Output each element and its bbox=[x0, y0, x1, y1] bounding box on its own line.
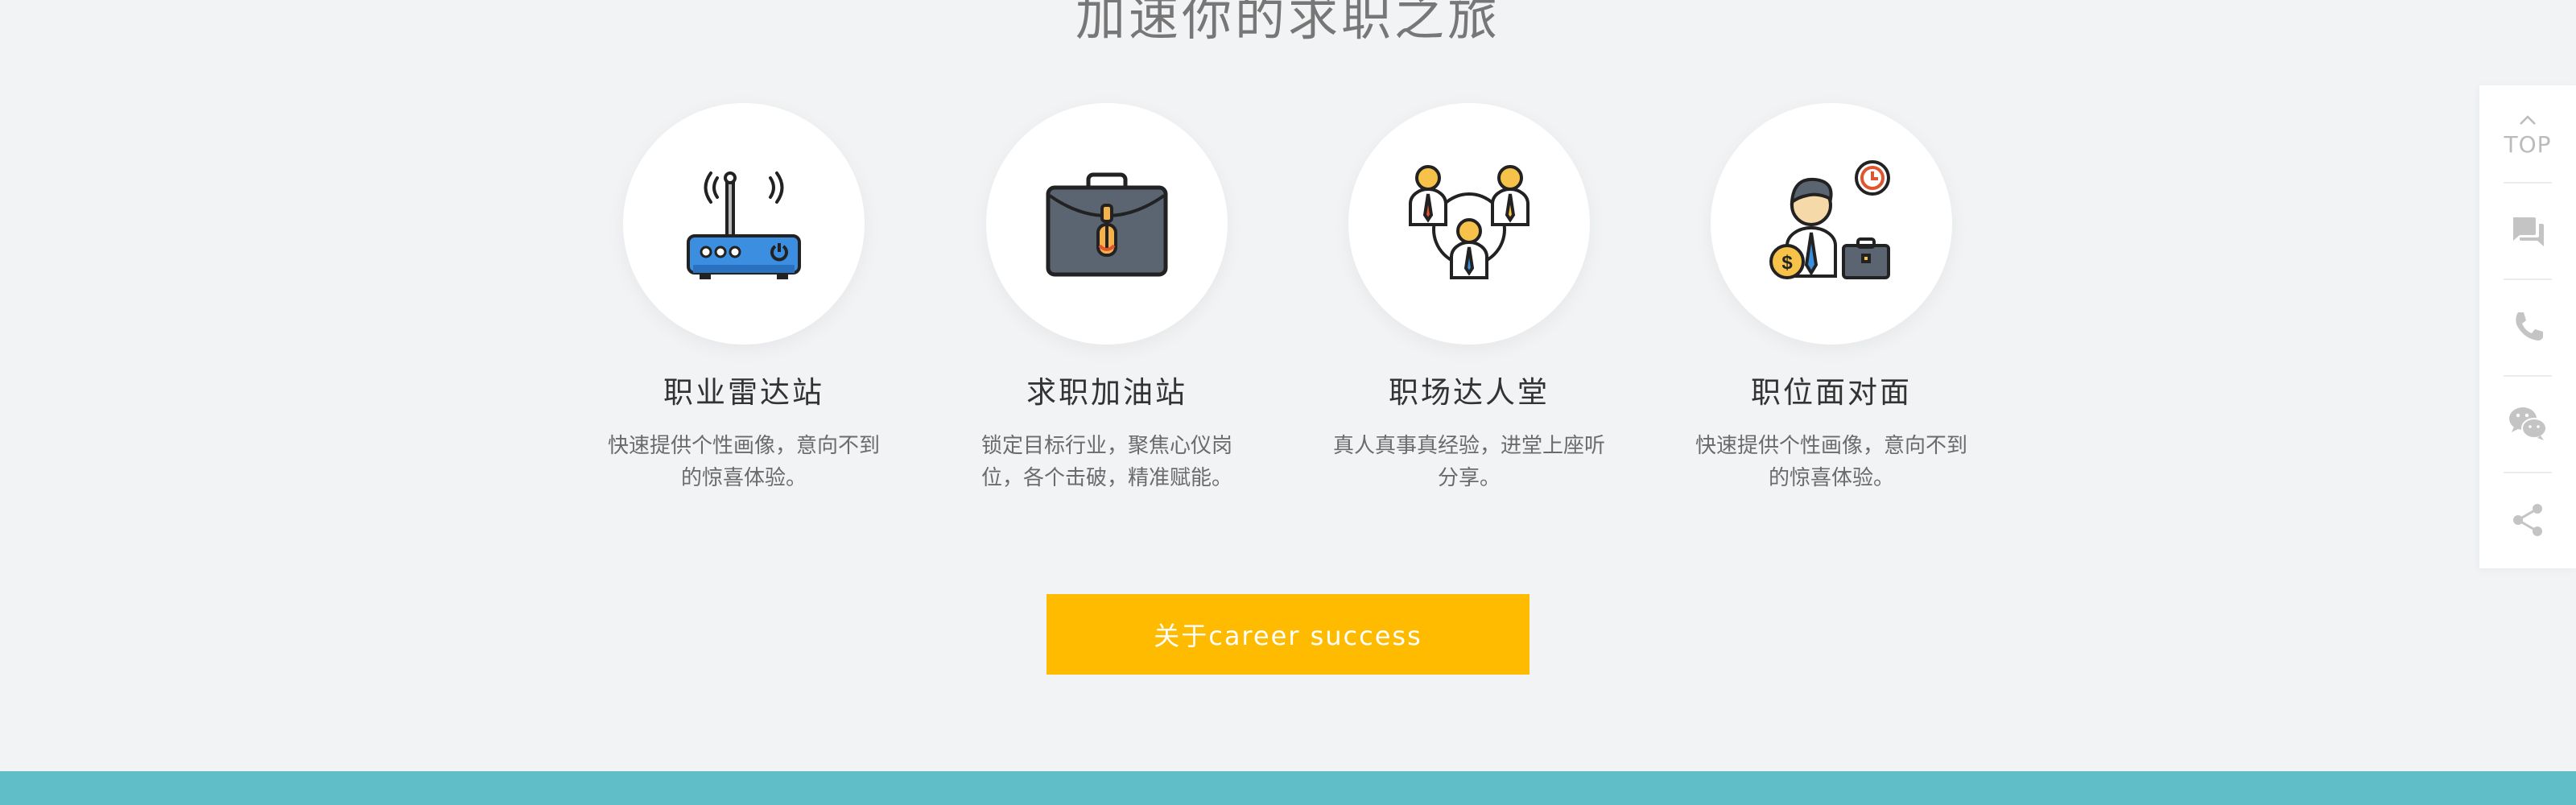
chat-button[interactable] bbox=[2479, 182, 2576, 279]
phone-button[interactable] bbox=[2479, 279, 2576, 375]
feature-description: 锁定目标行业，聚焦心仪岗位，各个击破，精准赋能。 bbox=[980, 434, 1232, 490]
feature-description: 快速提供个性画像，意向不到的惊喜体验。 bbox=[1695, 434, 1967, 490]
router-icon bbox=[687, 171, 801, 279]
feature-title: 职业雷达站 bbox=[663, 375, 824, 410]
people-network-icon bbox=[1409, 165, 1530, 279]
feature-icon-circle: $ bbox=[1711, 103, 1952, 345]
floating-sidebar: TOP bbox=[2479, 85, 2576, 568]
chevron-up-icon bbox=[2520, 114, 2536, 125]
feature-icon-circle bbox=[1348, 103, 1590, 345]
feature-title: 求职加油站 bbox=[1026, 375, 1187, 410]
feature-description: 快速提供个性画像，意向不到的惊喜体验。 bbox=[607, 434, 880, 490]
feature-icon-circle bbox=[986, 103, 1228, 345]
back-to-top-button[interactable]: TOP bbox=[2479, 85, 2576, 182]
feature-card-job-station: 求职加油站 锁定目标行业，聚焦心仪岗位，各个击破，精准赋能。 bbox=[930, 103, 1284, 494]
feature-icon-circle bbox=[623, 103, 865, 345]
chat-icon bbox=[2513, 217, 2544, 246]
share-button[interactable] bbox=[2479, 472, 2576, 568]
feature-card-job-face-to-face: $ 职位面对面 快速提供个性画像，意向不到的惊喜体验。 bbox=[1654, 103, 2008, 494]
wechat-button[interactable] bbox=[2479, 375, 2576, 472]
footer-band bbox=[0, 771, 2576, 805]
feature-title: 职位面对面 bbox=[1751, 375, 1912, 410]
wechat-icon bbox=[2509, 407, 2547, 440]
briefcase-icon bbox=[1046, 172, 1168, 277]
phone-icon bbox=[2516, 312, 2543, 341]
feature-card-career-radar: 职业雷达站 快速提供个性画像，意向不到的惊喜体验。 bbox=[567, 103, 921, 494]
about-career-success-button[interactable]: 关于career success bbox=[1046, 594, 1530, 675]
share-icon bbox=[2513, 504, 2542, 536]
feature-description: 真人真事真经验，进堂上座听分享。 bbox=[1332, 434, 1605, 490]
section-title: 加速你的求职之旅 bbox=[1075, 0, 1501, 47]
feature-card-workplace-hall: 职场达人堂 真人真事真经验，进堂上座听分享。 bbox=[1292, 103, 1646, 494]
svg-text:$: $ bbox=[1781, 252, 1793, 274]
top-label: TOP bbox=[2504, 130, 2552, 158]
job-seeker-icon: $ bbox=[1769, 160, 1890, 279]
feature-title: 职场达人堂 bbox=[1389, 375, 1550, 410]
